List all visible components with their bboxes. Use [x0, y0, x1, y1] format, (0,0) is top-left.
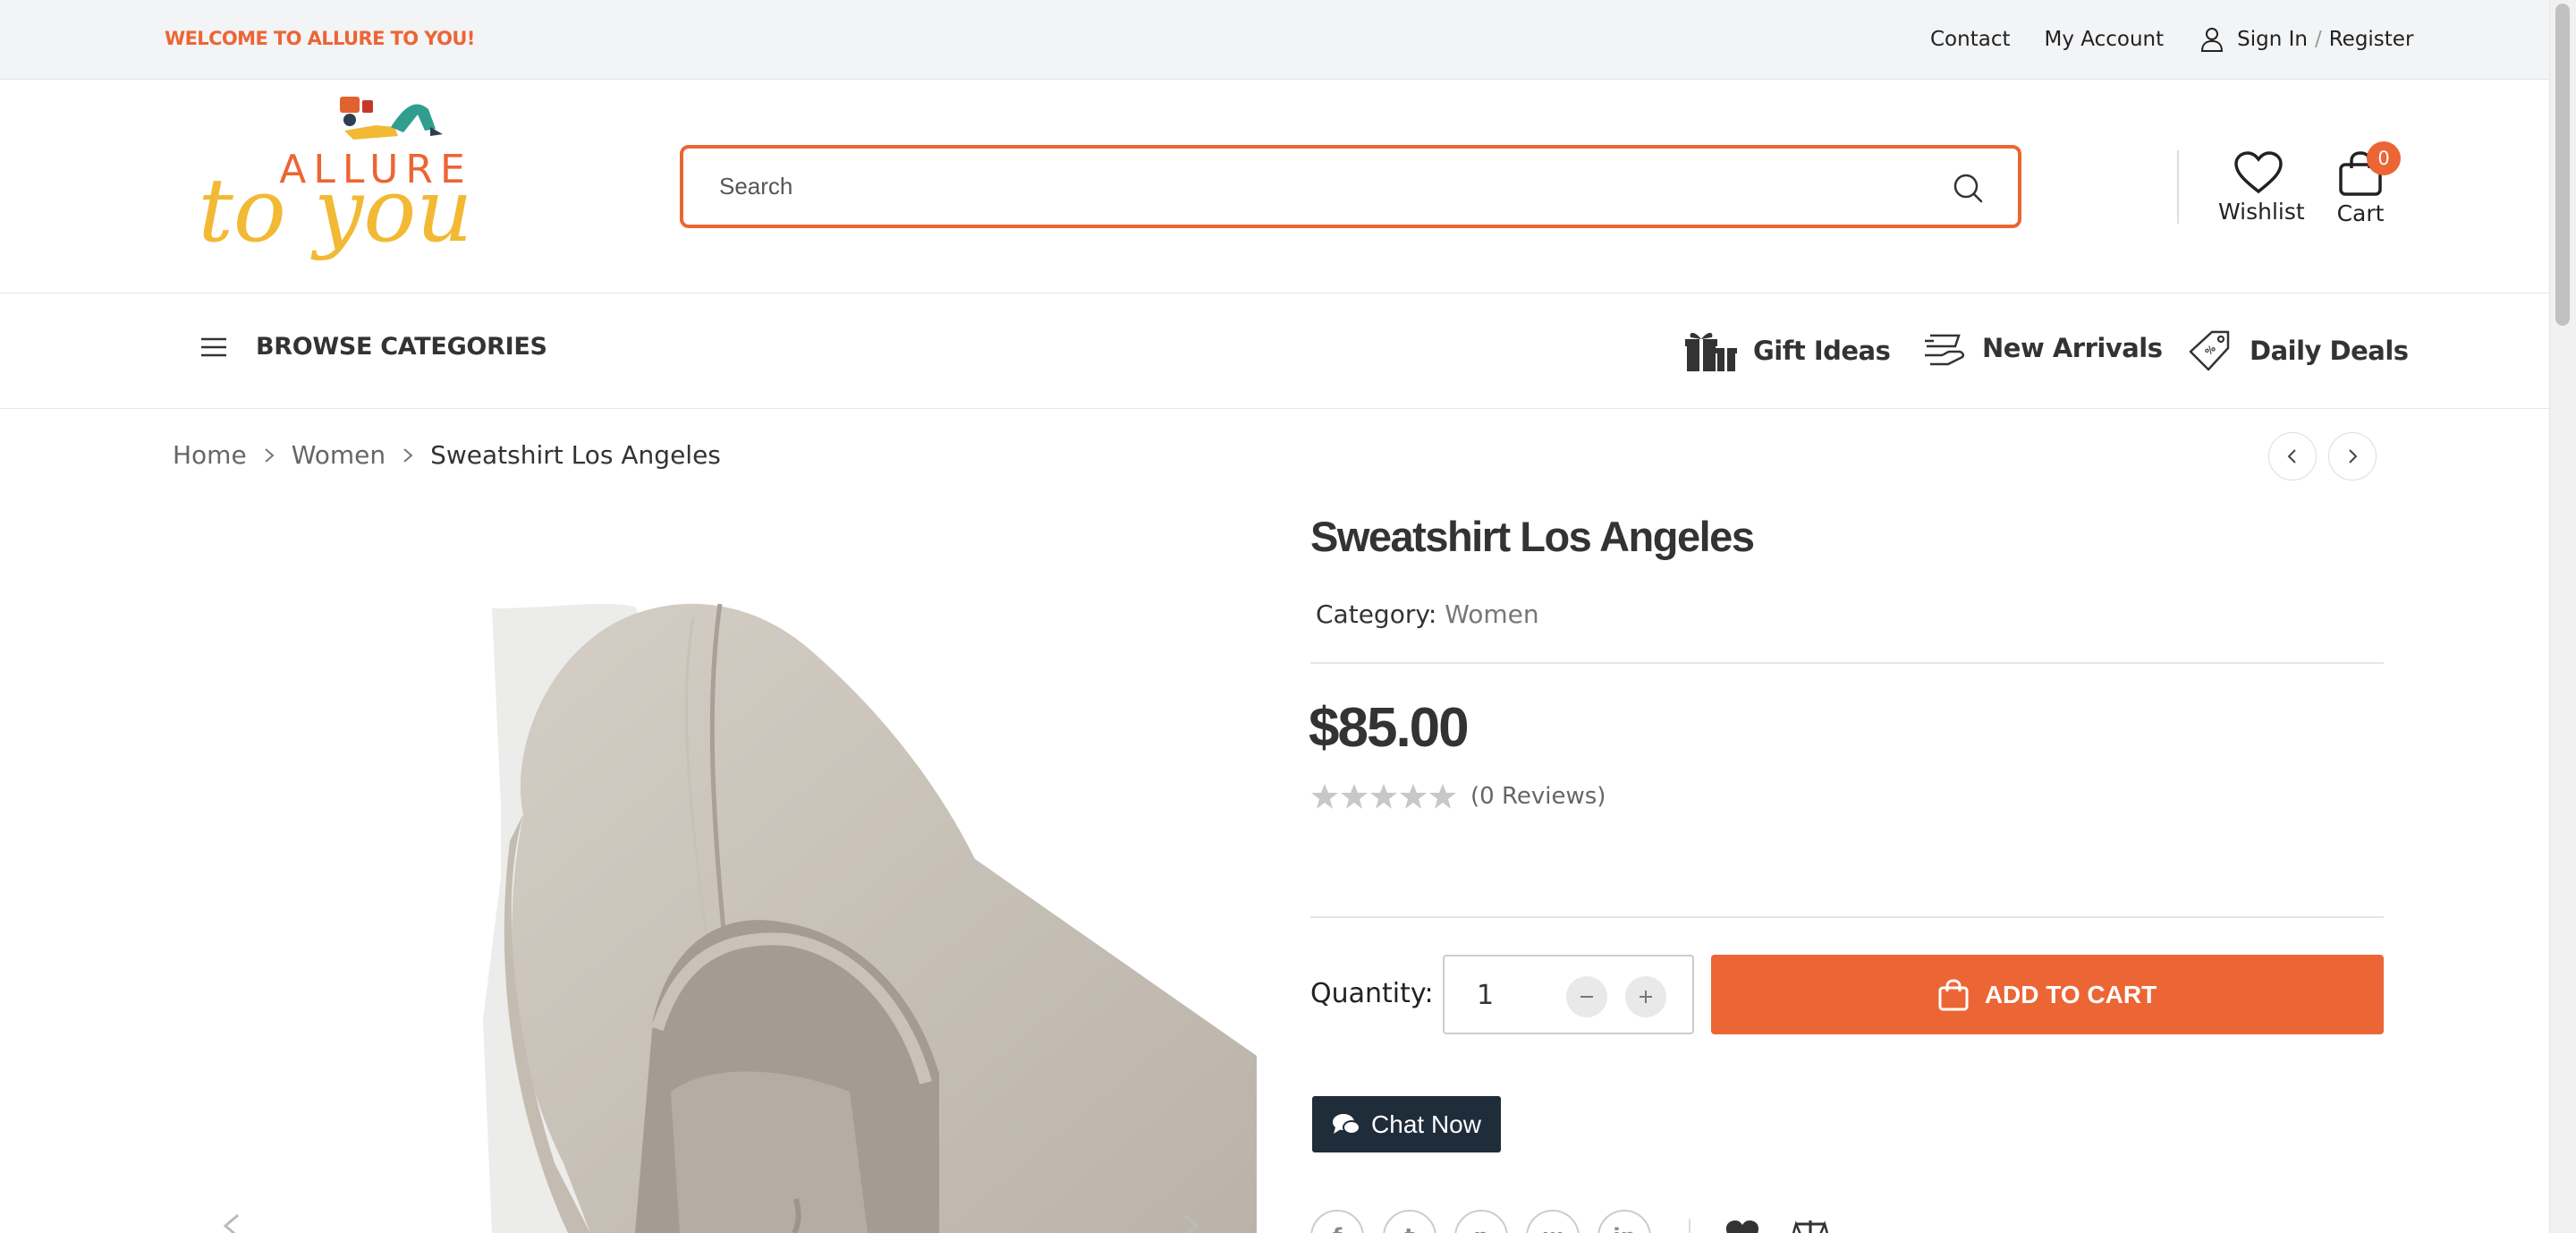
breadcrumb: Home Women Sweatshirt Los Angeles: [173, 440, 721, 470]
search-input[interactable]: [719, 168, 1918, 204]
cart-label: Cart: [2336, 200, 2385, 226]
site-logo[interactable]: ALLURE to you: [183, 93, 479, 281]
chevron-right-icon: [403, 447, 413, 463]
chevron-right-icon: [2349, 449, 2358, 463]
wishlist-button[interactable]: Wishlist: [2218, 150, 2305, 225]
pinterest-icon: p: [1473, 1224, 1488, 1233]
add-to-wishlist-icon[interactable]: [1724, 1219, 1760, 1233]
add-to-cart-label: ADD TO CART: [1984, 980, 2157, 1008]
share-facebook-button[interactable]: f: [1310, 1210, 1364, 1233]
quantity-stepper: 1: [1443, 955, 1694, 1034]
gallery-next-icon[interactable]: [1172, 1208, 1208, 1233]
menu-icon: [201, 337, 226, 356]
page-scrollbar[interactable]: [2549, 0, 2576, 1233]
share-linkedin-button[interactable]: in: [1597, 1210, 1651, 1233]
header: ALLURE to you Wishlist Cart 0: [0, 81, 2549, 293]
quantity-label: Quantity:: [1310, 978, 1434, 1009]
next-product-button[interactable]: [2328, 432, 2377, 480]
minus-icon: [1580, 996, 1593, 998]
page: WELCOME TO ALLURE TO YOU! Contact My Acc…: [0, 0, 2549, 1233]
svg-text:%: %: [2203, 343, 2218, 358]
nav-daily-deals-label: Daily Deals: [2250, 336, 2409, 366]
quantity-input[interactable]: 1: [1477, 980, 1494, 1011]
category-label: Category:: [1316, 599, 1437, 629]
star-icon: [1370, 784, 1397, 809]
gallery-prev-icon[interactable]: [215, 1208, 250, 1233]
nav-gift-ideas-label: Gift Ideas: [1753, 336, 1891, 366]
category-link[interactable]: Women: [1445, 599, 1538, 629]
svg-text:to you: to you: [198, 160, 472, 262]
shopping-bag-icon: [1938, 978, 1969, 1010]
add-to-cart-button[interactable]: ADD TO CART: [1711, 955, 2384, 1034]
divider: [1310, 916, 2384, 918]
rating: (0 Reviews): [1310, 782, 1606, 811]
share-pinterest-button[interactable]: p: [1454, 1210, 1508, 1233]
share-divider: [1689, 1219, 1690, 1233]
browse-categories-label: BROWSE CATEGORIES: [256, 333, 547, 361]
facebook-icon: f: [1333, 1224, 1342, 1233]
star-icon: [1341, 784, 1368, 809]
main-nav: BROWSE CATEGORIES Gift Ideas New Arrival…: [0, 294, 2549, 409]
scrollbar-thumb[interactable]: [2555, 4, 2570, 326]
heart-icon: [2234, 151, 2283, 194]
product-image[interactable]: [170, 519, 1257, 1233]
nav-new-arrivals-label: New Arrivals: [1982, 333, 2163, 363]
cart-count-badge: 0: [2367, 141, 2401, 175]
compare-icon[interactable]: [1792, 1219, 1828, 1233]
nav-gift-ideas[interactable]: Gift Ideas: [1685, 328, 1891, 373]
star-icon: [1429, 784, 1456, 809]
decrease-quantity-button[interactable]: [1566, 976, 1607, 1017]
twitter-icon: t: [1404, 1224, 1414, 1233]
welcome-message: WELCOME TO ALLURE TO YOU!: [165, 28, 475, 49]
breadcrumb-women[interactable]: Women: [292, 440, 386, 470]
search-icon[interactable]: [1952, 172, 1984, 204]
product-price: $85.00: [1309, 697, 1470, 759]
star-icon: [1400, 784, 1427, 809]
share-twitter-button[interactable]: t: [1383, 1210, 1436, 1233]
nav-daily-deals[interactable]: % Daily Deals: [2189, 328, 2409, 373]
register-link[interactable]: Register: [2329, 28, 2414, 51]
delivery-icon: [1925, 334, 1965, 366]
breadcrumb-home[interactable]: Home: [173, 440, 247, 470]
tag-icon: %: [2189, 330, 2230, 371]
product-category: Category: Women: [1316, 599, 1539, 629]
browse-categories-button[interactable]: BROWSE CATEGORIES: [200, 333, 547, 361]
contact-link[interactable]: Contact: [1930, 28, 2010, 51]
header-divider: [2177, 150, 2179, 224]
whatsapp-icon: w: [1543, 1224, 1563, 1233]
breadcrumb-current: Sweatshirt Los Angeles: [430, 440, 721, 470]
chevron-left-icon: [2287, 449, 2296, 463]
search-box: [680, 145, 2021, 228]
chevron-right-icon: [265, 447, 275, 463]
user-icon[interactable]: [2198, 25, 2226, 54]
my-account-link[interactable]: My Account: [2044, 28, 2164, 51]
plus-icon: [1640, 991, 1652, 1003]
prev-product-button[interactable]: [2268, 432, 2317, 480]
top-bar: WELCOME TO ALLURE TO YOU! Contact My Acc…: [0, 0, 2549, 80]
linkedin-icon: in: [1613, 1224, 1635, 1233]
sign-in-link[interactable]: Sign In: [2237, 28, 2308, 51]
increase-quantity-button[interactable]: [1625, 976, 1666, 1017]
product-gallery: [170, 519, 1257, 1233]
share-whatsapp-button[interactable]: w: [1526, 1210, 1580, 1233]
top-links: Contact My Account Sign In / Register: [1930, 25, 2413, 54]
product-title: Sweatshirt Los Angeles: [1310, 513, 1755, 560]
nav-new-arrivals[interactable]: New Arrivals: [1923, 328, 2163, 368]
chat-icon: [1333, 1113, 1361, 1135]
divider: [1310, 662, 2384, 664]
reviews-link[interactable]: (0 Reviews): [1470, 783, 1606, 810]
star-icon: [1311, 784, 1338, 809]
auth-separator: /: [2314, 28, 2322, 51]
chat-now-label: Chat Now: [1371, 1110, 1481, 1138]
cart-button[interactable]: Cart 0: [2329, 141, 2401, 226]
chat-now-button[interactable]: Chat Now: [1312, 1096, 1501, 1152]
wishlist-label: Wishlist: [2218, 199, 2305, 225]
gift-icon: [1685, 333, 1737, 371]
